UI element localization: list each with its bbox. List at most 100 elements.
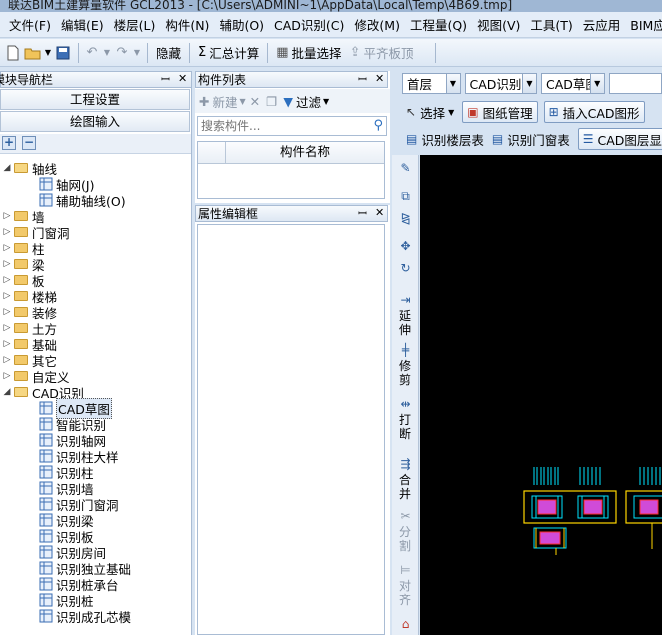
redo-icon[interactable]: ↷ [113,44,131,62]
expand-arrow-icon[interactable]: ▷ [2,339,12,349]
select-toolbar: ↖ 选择 ▼ ▣ 图纸管理 ⊞ 插入CAD图形 [392,101,662,123]
expand-arrow-icon[interactable]: ▷ [2,323,12,333]
batch-select-button[interactable]: ▦ 批量选择 [272,42,345,64]
collapse-arrow-icon[interactable]: ◢ [2,387,12,397]
dropdown-arrow-icon[interactable]: ▼ [323,97,329,106]
drawing-manage-button[interactable]: ▣ 图纸管理 [462,101,538,123]
tree-item[interactable]: ◢ 轴线 [2,160,57,177]
collapse-arrow-icon[interactable]: ◢ [2,163,12,173]
collapse-all-icon[interactable]: − [22,136,36,150]
save-icon[interactable] [54,44,72,62]
properties-grid[interactable] [197,224,385,635]
menu-item-10[interactable]: 云应用 [578,15,626,34]
batch-select-icon: ▦ [276,45,289,60]
new-component-icon[interactable]: ✚ [199,94,209,109]
delete-icon[interactable]: ✕ [250,94,260,109]
cad-drawing-canvas[interactable] [420,155,662,635]
dropdown-arrow-icon[interactable]: ▼ [240,97,246,106]
menu-item-0[interactable]: 文件(F) [4,15,56,34]
filter-button[interactable]: 过滤 [296,92,321,111]
expand-arrow-icon[interactable]: ▷ [2,307,12,317]
pin-icon[interactable]: ꟷ [358,72,367,87]
pin-icon[interactable]: ꟷ [161,72,170,87]
toolbar-separator [435,42,437,63]
dropdown-arrow-icon[interactable]: ▼ [103,44,111,62]
extend-button[interactable]: 延伸 [398,309,412,337]
undo-icon[interactable]: ↶ [83,44,101,62]
component-search-input[interactable] [198,117,366,135]
project-settings-button[interactable]: 工程设置 [0,89,190,110]
trim-icon[interactable]: ╪ [392,343,419,357]
dropdown-arrow-icon[interactable]: ▼ [44,44,52,62]
mirror-icon[interactable]: ⧎ [392,211,419,225]
new-component-button[interactable]: 新建 [212,92,237,111]
split-icon[interactable]: ✂ [392,509,419,523]
align-button[interactable]: 对齐 [398,579,412,607]
merge-button[interactable]: 合并 [398,473,412,501]
menu-item-11[interactable]: BIM应用(I) [625,15,662,34]
close-icon[interactable]: ✕ [375,206,384,219]
menu-item-4[interactable]: 辅助(O) [214,15,269,34]
expand-arrow-icon[interactable]: ▷ [2,291,12,301]
menu-item-5[interactable]: CAD识别(C) [269,15,349,34]
cad-recognize-select[interactable]: CAD识别 ▼ [464,73,537,94]
door-window-table-button[interactable]: ▤ 识别门窗表 [488,128,574,150]
search-icon[interactable]: ⚲ [373,118,383,133]
sum-calc-button[interactable]: Σ 汇总计算 [194,42,263,64]
column-component-name[interactable]: 构件名称 [226,142,384,163]
chevron-down-icon[interactable]: ▼ [522,74,536,93]
chevron-down-icon[interactable]: ▼ [445,74,460,93]
expand-arrow-icon[interactable]: ▷ [2,227,12,237]
break-icon[interactable]: ⇹ [392,397,419,411]
dropdown-arrow-icon[interactable]: ▼ [448,108,454,117]
offset-icon[interactable]: ⌂ [392,617,419,631]
tree-item[interactable]: 识别成孔芯模 [38,608,131,625]
expand-arrow-icon[interactable]: ▷ [2,243,12,253]
pin-icon[interactable]: ꟷ [358,206,367,221]
drawing-input-button[interactable]: 绘图输入 [0,111,190,132]
new-file-icon[interactable] [4,44,22,62]
menu-item-6[interactable]: 修改(M) [349,15,405,34]
menu-item-7[interactable]: 工程量(Q) [405,15,472,34]
close-icon[interactable]: ✕ [178,72,187,85]
align-icon[interactable]: ⊨ [392,563,419,577]
rotate-icon[interactable]: ↻ [392,261,419,275]
expand-all-icon[interactable]: + [2,136,16,150]
menu-item-3[interactable]: 构件(N) [160,15,214,34]
expand-arrow-icon[interactable]: ▷ [2,371,12,381]
copy-shape-icon[interactable]: ⧉ [392,189,419,204]
move-icon[interactable]: ✥ [392,239,419,253]
pencil-icon[interactable]: ✎ [392,161,419,175]
merge-icon[interactable]: ⇶ [392,457,419,471]
filter-icon[interactable]: ▼ [283,94,293,109]
copy-icon[interactable]: ❐ [266,94,277,109]
cad-sketch-select[interactable]: CAD草图 ▼ [541,73,605,94]
tree-item[interactable]: 辅助轴线(O) [38,192,126,209]
extend-icon[interactable]: ⇥ [392,293,419,307]
open-folder-icon[interactable] [24,44,42,62]
cad-column-detail-1 [523,490,617,524]
flat-board-top-button[interactable]: ⇪ 平齐板顶 [346,42,418,64]
dropdown-arrow-icon[interactable]: ▼ [133,44,141,62]
floor-select[interactable]: 首层 ▼ [402,73,461,94]
cad-layer-button[interactable]: ☰ CAD图层显 [577,128,662,150]
menu-item-8[interactable]: 视图(V) [472,15,525,34]
select-button[interactable]: ↖ 选择 ▼ [402,101,458,123]
expand-arrow-icon[interactable]: ▷ [2,275,12,285]
floor-table-button[interactable]: ▤ 识别楼层表 [402,128,488,150]
insert-cad-button[interactable]: ⊞ 插入CAD图形 [543,101,645,123]
split-button[interactable]: 分割 [398,525,412,553]
chevron-down-icon[interactable]: ▼ [589,74,604,93]
component-select[interactable] [608,73,662,94]
close-icon[interactable]: ✕ [375,72,384,85]
menu-item-9[interactable]: 工具(T) [525,15,577,34]
menu-item-1[interactable]: 编辑(E) [56,15,109,34]
trim-button[interactable]: 修剪 [398,359,412,387]
menu-item-2[interactable]: 楼层(L) [109,15,161,34]
tree-item-icon [38,481,53,495]
expand-arrow-icon[interactable]: ▷ [2,211,12,221]
expand-arrow-icon[interactable]: ▷ [2,259,12,269]
hide-button[interactable]: 隐藏 [152,42,185,64]
break-button[interactable]: 打断 [398,413,412,441]
expand-arrow-icon[interactable]: ▷ [2,355,12,365]
